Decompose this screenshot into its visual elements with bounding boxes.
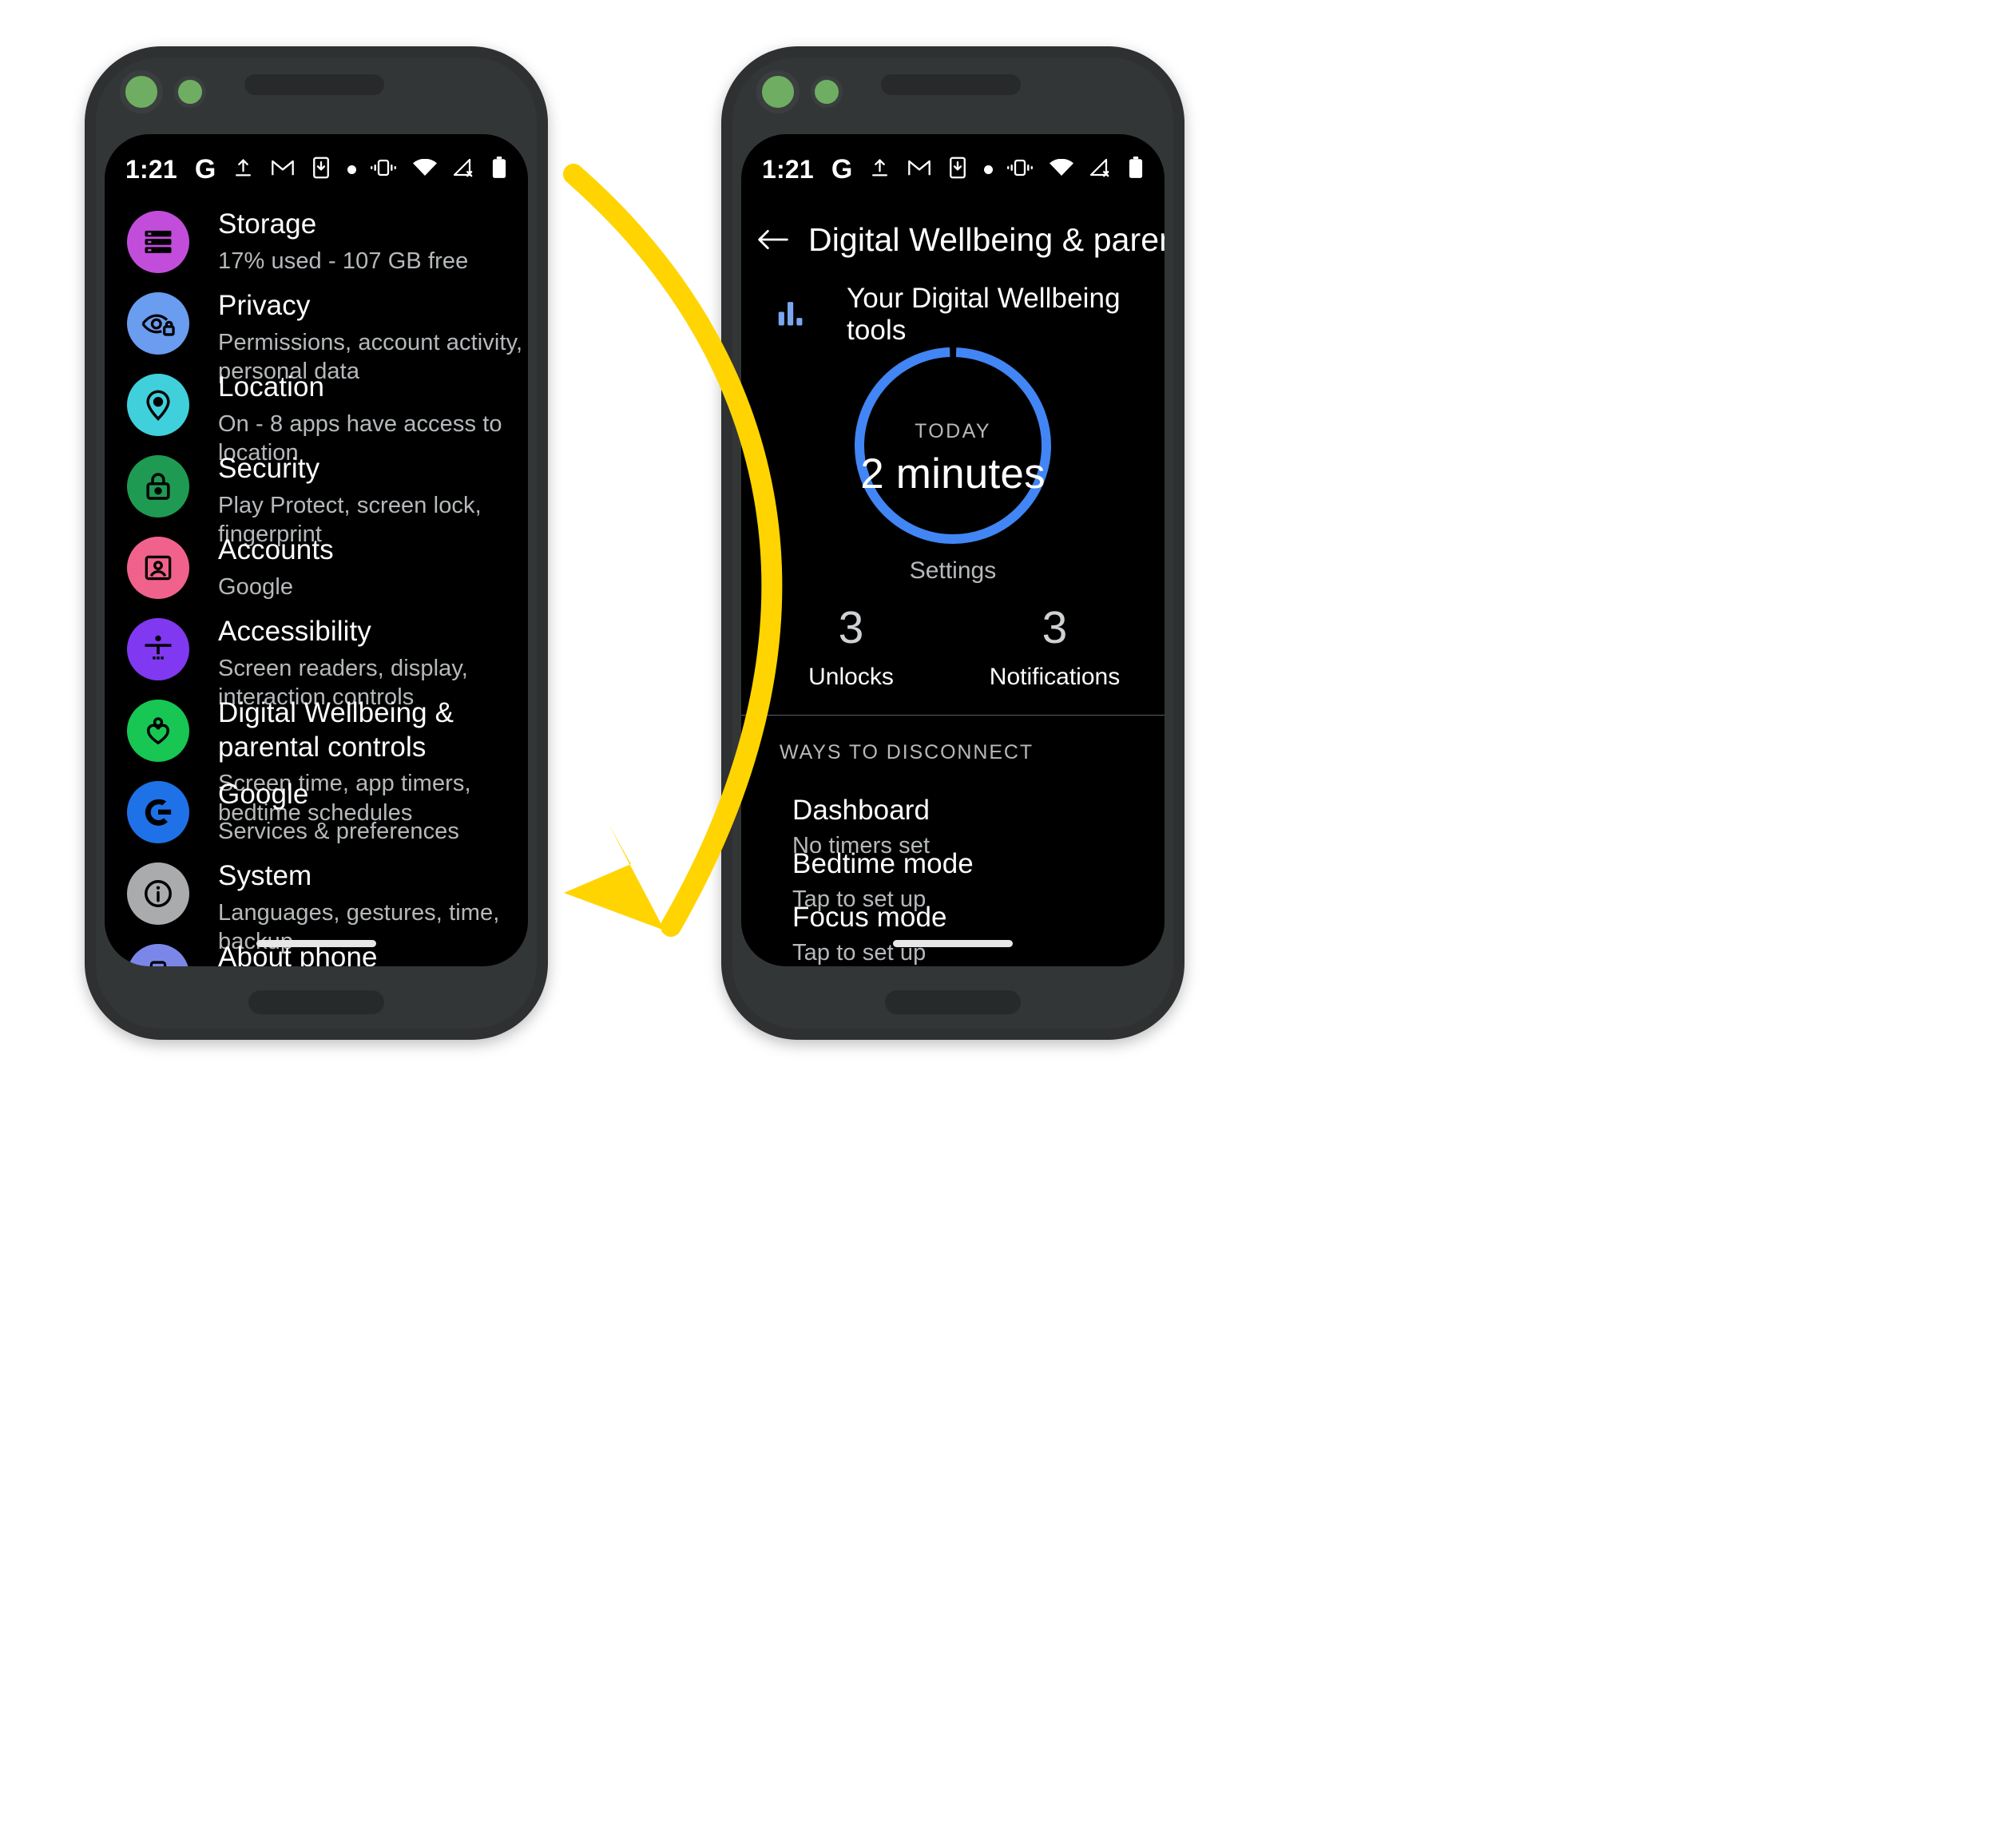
bottom-speaker	[248, 990, 384, 1014]
wellbeing-heart-icon	[127, 700, 189, 762]
settings-row-title: Digital Wellbeing & parental controls	[218, 697, 454, 763]
upload-icon	[233, 157, 253, 183]
right-phone-screen: 1:21 G Digital Wellbeing & pare Your Dig…	[741, 134, 1165, 966]
status-bar: 1:21 G	[741, 144, 1165, 195]
right-phone-frame: 1:21 G Digital Wellbeing & pare Your Dig…	[721, 46, 1184, 1040]
dot-icon	[984, 165, 994, 174]
bottom-speaker	[885, 990, 1021, 1014]
gmail-icon	[271, 158, 295, 181]
screen-time-ring[interactable]: TODAY 2 minutes	[849, 342, 1057, 549]
ways-item-title: Focus mode	[792, 902, 947, 933]
stat-value: 3	[838, 602, 864, 653]
section-header-ways: WAYS TO DISCONNECT	[780, 741, 1034, 763]
privacy-icon	[127, 292, 189, 355]
stat-notifications[interactable]: 3 Notifications	[953, 605, 1157, 691]
status-clock: 1:21	[125, 154, 177, 184]
settings-row-text: Google Services & preferences	[218, 776, 459, 846]
ways-item-focus[interactable]: Focus mode Tap to set up	[741, 902, 1165, 966]
settings-row-title: Accessibility	[218, 616, 371, 647]
ring-value: 2 minutes	[860, 450, 1046, 498]
nav-gesture-pill[interactable]	[893, 940, 1013, 947]
wifi-icon	[413, 158, 437, 180]
wifi-icon	[1050, 158, 1073, 180]
ring-center-text: TODAY 2 minutes	[849, 420, 1057, 498]
wellbeing-tools-row[interactable]: Your Digital Wellbeing tools	[759, 283, 1147, 347]
storage-icon	[127, 211, 189, 273]
account-card-icon	[127, 537, 189, 599]
earpiece-speaker	[881, 74, 1021, 95]
bar-chart-icon	[778, 300, 805, 330]
settings-row-title: Google	[218, 779, 309, 810]
stat-unlocks[interactable]: 3 Unlocks	[749, 605, 953, 691]
google-g-icon: G	[831, 154, 853, 184]
signal-off-icon	[453, 158, 475, 181]
settings-row-digital[interactable]: Digital Wellbeing & parental controls Scr…	[105, 695, 528, 826]
info-icon	[127, 863, 189, 925]
accessibility-icon	[127, 618, 189, 680]
ring-settings-link[interactable]: Settings	[741, 557, 1165, 585]
stat-label: Unlocks	[808, 664, 894, 690]
earpiece-speaker	[244, 74, 384, 95]
settings-list[interactable]: Storage 17% used - 107 GB free Privacy Perm…	[105, 206, 528, 966]
settings-row-security[interactable]: Security Play Protect, screen lock, finge…	[105, 450, 528, 547]
ways-item-title: Bedtime mode	[792, 848, 974, 879]
usage-stats-row: 3 Unlocks 3 Notifications	[749, 605, 1157, 691]
vibrate-icon	[1006, 158, 1034, 181]
phone-download-icon	[312, 157, 330, 183]
battery-icon	[1128, 156, 1144, 183]
settings-row-title: Accounts	[218, 534, 334, 565]
left-phone-frame: 1:21 G Storage 17% used - 107 GB free Pr…	[85, 46, 548, 1040]
stat-value: 3	[1042, 602, 1068, 653]
settings-row-title: Privacy	[218, 290, 311, 321]
ways-item-title: Dashboard	[792, 795, 931, 826]
app-bar: Digital Wellbeing & parental...	[741, 211, 1165, 268]
google-g-icon	[127, 781, 189, 843]
settings-row-system[interactable]: System Languages, gestures, time, backup	[105, 858, 528, 954]
gmail-icon	[907, 158, 931, 181]
settings-row-title: Storage	[218, 208, 317, 240]
stat-label: Notifications	[989, 664, 1121, 690]
lock-icon	[127, 455, 189, 518]
settings-row-accessibility[interactable]: Accessibility Screen readers, display, in…	[105, 613, 528, 710]
settings-row-title: Location	[218, 371, 325, 403]
battery-icon	[491, 156, 507, 183]
settings-row-storage[interactable]: Storage 17% used - 107 GB free	[105, 206, 528, 286]
ring-period-label: TODAY	[915, 420, 991, 442]
signal-off-icon	[1089, 158, 1112, 181]
settings-row-text: Storage 17% used - 107 GB free	[218, 206, 468, 276]
front-camera-icon	[756, 70, 800, 113]
settings-row-subtitle: Google	[218, 573, 294, 600]
settings-row-text: Accounts Google	[218, 532, 334, 601]
settings-row-subtitle: 17% used - 107 GB free	[218, 248, 469, 274]
back-button[interactable]	[757, 211, 789, 268]
front-sensor-icon	[811, 76, 843, 108]
status-clock: 1:21	[762, 154, 814, 184]
phone-info-icon	[127, 944, 189, 966]
section-divider	[741, 715, 1165, 716]
page-title: Digital Wellbeing & parental...	[808, 220, 1165, 258]
front-sensor-icon	[174, 76, 206, 108]
nav-gesture-pill[interactable]	[256, 940, 376, 947]
front-camera-icon	[120, 70, 163, 113]
phone-download-icon	[949, 157, 966, 183]
upload-icon	[870, 157, 890, 183]
dot-icon	[347, 165, 357, 174]
wellbeing-tools-label: Your Digital Wellbeing tools	[847, 283, 1121, 346]
settings-row-location[interactable]: Location On - 8 apps have access to locat…	[105, 369, 528, 466]
settings-row-title: System	[218, 860, 312, 891]
google-g-icon: G	[194, 154, 216, 184]
settings-row-subtitle: Services & preferences	[218, 818, 459, 844]
left-phone-screen: 1:21 G Storage 17% used - 107 GB free Pr…	[105, 134, 528, 966]
status-bar: 1:21 G	[105, 144, 528, 195]
location-pin-icon	[127, 374, 189, 436]
settings-row-title: Security	[218, 453, 320, 484]
vibrate-icon	[370, 158, 397, 181]
settings-row-privacy[interactable]: Privacy Permissions, account activity, pe…	[105, 288, 528, 384]
